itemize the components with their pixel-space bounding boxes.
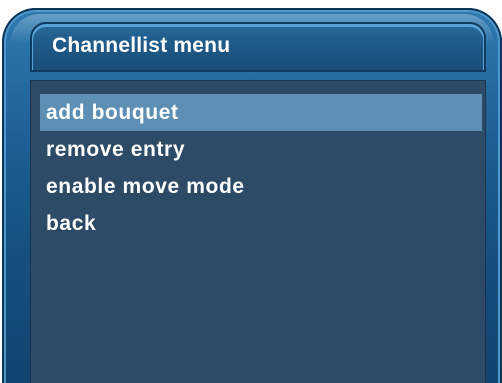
menu-item-enable-move-mode[interactable]: enable move mode: [40, 168, 482, 205]
channellist-menu-window: Channellist menu add bouquet remove entr…: [0, 0, 502, 383]
menu-item-back[interactable]: back: [40, 205, 482, 242]
window-title: Channellist menu: [52, 34, 231, 57]
menu-item-remove-entry[interactable]: remove entry: [40, 131, 482, 168]
menu-list: add bouquet remove entry enable move mod…: [40, 94, 482, 242]
menu-item-add-bouquet[interactable]: add bouquet: [40, 94, 482, 131]
